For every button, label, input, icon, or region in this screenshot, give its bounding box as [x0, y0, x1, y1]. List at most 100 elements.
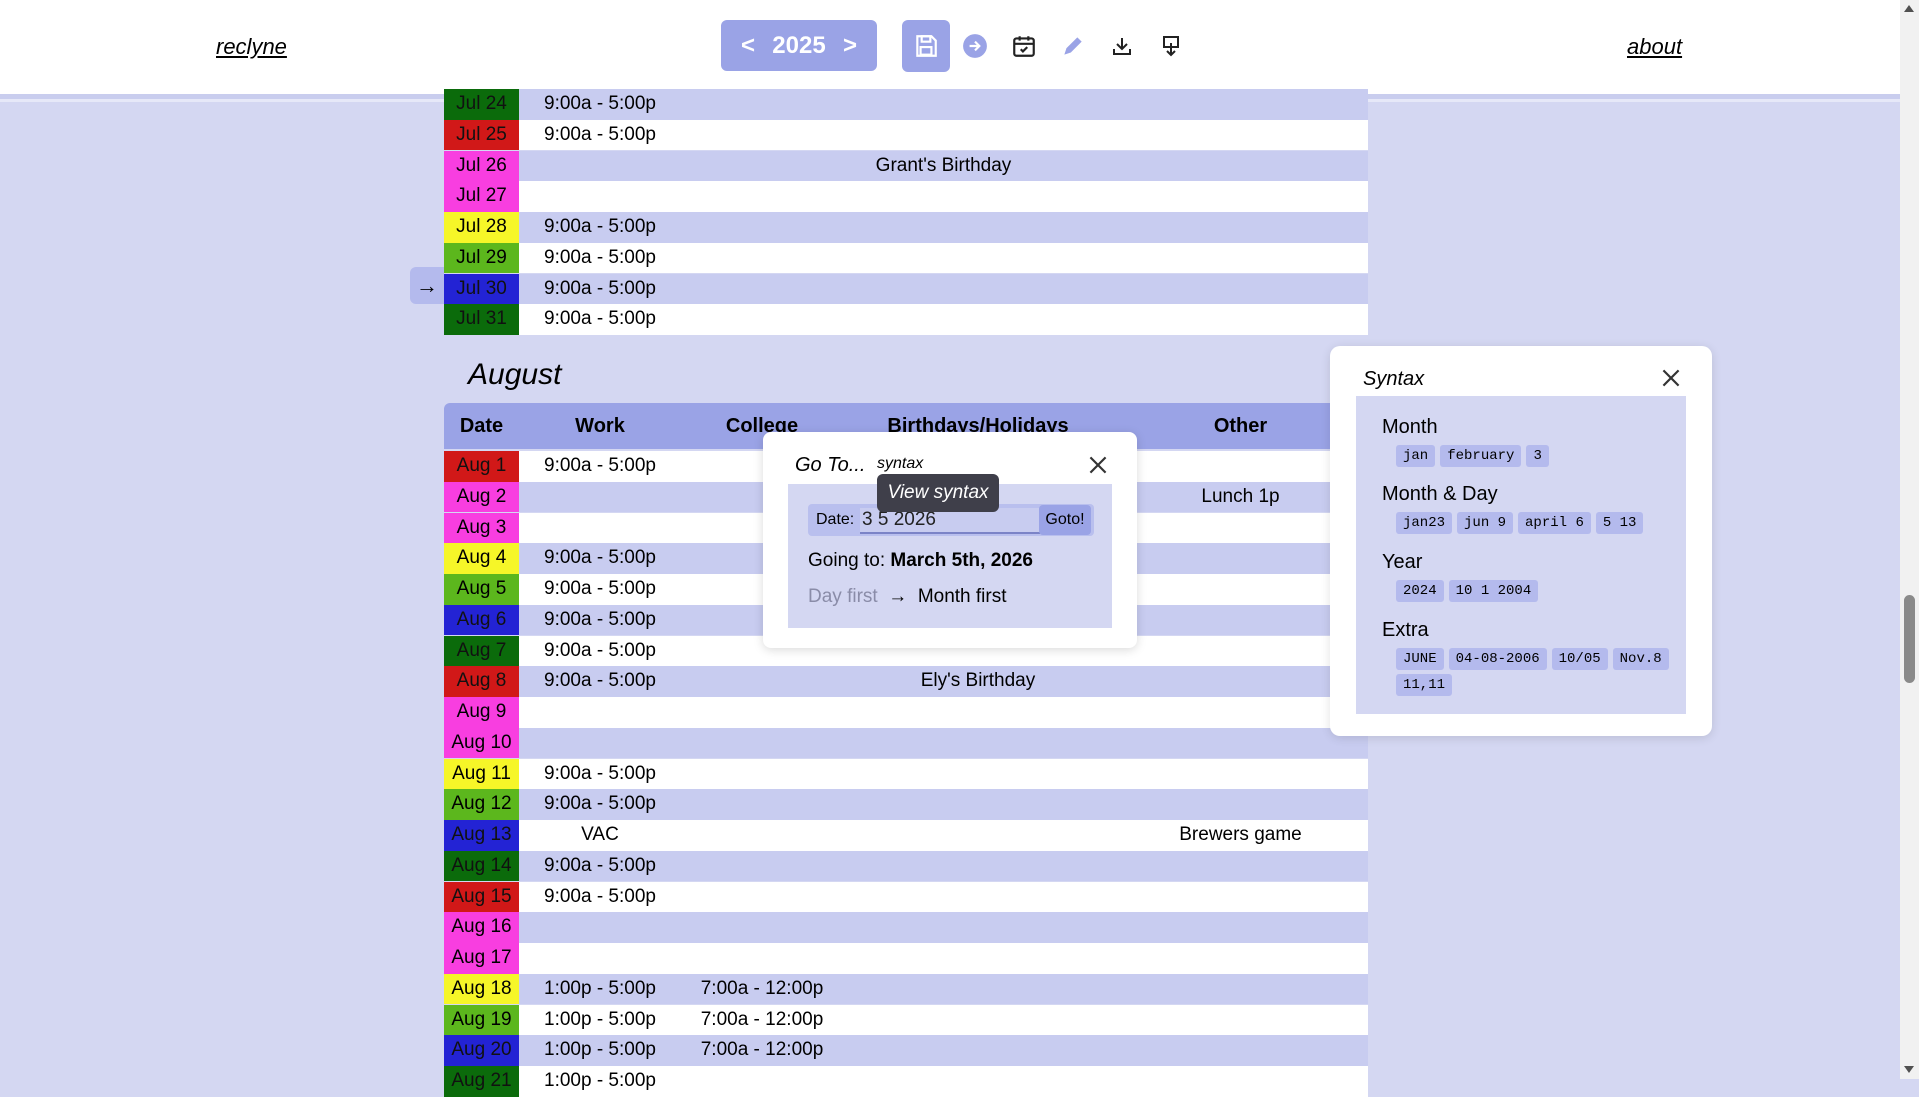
other-cell[interactable] — [1113, 89, 1368, 120]
other-cell[interactable] — [1113, 1035, 1368, 1066]
scroll-thumb[interactable] — [1904, 595, 1915, 683]
college-cell[interactable] — [681, 759, 843, 790]
birthday-cell[interactable] — [843, 120, 1113, 151]
work-cell[interactable]: 1:00p - 5:00p — [519, 1035, 681, 1066]
other-cell[interactable] — [1113, 1066, 1368, 1097]
work-cell[interactable] — [519, 943, 681, 974]
birthday-cell[interactable] — [843, 943, 1113, 974]
birthday-cell[interactable] — [843, 304, 1113, 335]
college-cell[interactable] — [681, 666, 843, 697]
birthday-cell[interactable] — [843, 789, 1113, 820]
work-cell[interactable]: 9:00a - 5:00p — [519, 304, 681, 335]
college-cell[interactable]: 7:00a - 12:00p — [681, 1005, 843, 1036]
syntax-link[interactable]: syntax — [877, 455, 923, 473]
birthday-cell[interactable] — [843, 759, 1113, 790]
table-row[interactable]: Aug 8 9:00a - 5:00p Ely's Birthday — [444, 666, 1368, 697]
table-row[interactable]: Aug 14 9:00a - 5:00p — [444, 850, 1368, 882]
day-first-option[interactable]: Day first — [808, 586, 878, 607]
table-row[interactable]: Jul 25 9:00a - 5:00p — [444, 119, 1368, 151]
other-cell[interactable] — [1113, 274, 1368, 305]
college-cell[interactable] — [681, 212, 843, 243]
table-row[interactable]: Jul 24 9:00a - 5:00p — [444, 89, 1368, 120]
other-cell[interactable] — [1113, 943, 1368, 974]
other-cell[interactable] — [1113, 851, 1368, 882]
other-cell[interactable] — [1113, 789, 1368, 820]
download-button[interactable] — [1098, 20, 1146, 72]
scroll-up-icon[interactable] — [1904, 5, 1914, 12]
table-row[interactable]: Jul 27 — [444, 181, 1368, 212]
other-cell[interactable] — [1113, 1005, 1368, 1036]
work-cell[interactable]: 9:00a - 5:00p — [519, 574, 681, 605]
other-cell[interactable] — [1113, 912, 1368, 943]
work-cell[interactable]: 9:00a - 5:00p — [519, 789, 681, 820]
college-cell[interactable] — [681, 851, 843, 882]
other-cell[interactable] — [1113, 243, 1368, 274]
table-row[interactable]: Aug 13 VAC Brewers game — [444, 820, 1368, 851]
birthday-cell[interactable] — [843, 243, 1113, 274]
college-cell[interactable] — [681, 728, 843, 759]
college-cell[interactable] — [681, 120, 843, 151]
college-cell[interactable] — [681, 912, 843, 943]
college-cell[interactable] — [681, 243, 843, 274]
table-row[interactable]: Aug 19 1:00p - 5:00p 7:00a - 12:00p — [444, 1004, 1368, 1036]
table-row[interactable]: Jul 30 9:00a - 5:00p — [444, 273, 1368, 305]
other-cell[interactable]: Brewers game — [1113, 820, 1368, 851]
birthday-cell[interactable] — [843, 882, 1113, 913]
close-icon[interactable] — [1658, 365, 1684, 391]
birthday-cell[interactable] — [843, 974, 1113, 1005]
birthday-cell[interactable] — [843, 274, 1113, 305]
about-link[interactable]: about — [1627, 34, 1682, 60]
work-cell[interactable]: VAC — [519, 820, 681, 851]
work-cell[interactable] — [519, 912, 681, 943]
birthday-cell[interactable] — [843, 728, 1113, 759]
work-cell[interactable]: 9:00a - 5:00p — [519, 759, 681, 790]
work-cell[interactable]: 1:00p - 5:00p — [519, 1005, 681, 1036]
work-cell[interactable]: 9:00a - 5:00p — [519, 666, 681, 697]
table-row[interactable]: Aug 16 — [444, 912, 1368, 943]
college-cell[interactable] — [681, 89, 843, 120]
work-cell[interactable] — [519, 482, 681, 513]
brand-link[interactable]: reclyne — [216, 34, 287, 60]
birthday-cell[interactable] — [843, 89, 1113, 120]
birthday-cell[interactable] — [843, 181, 1113, 212]
table-row[interactable]: Jul 28 9:00a - 5:00p — [444, 212, 1368, 243]
table-row[interactable]: Aug 21 1:00p - 5:00p — [444, 1066, 1368, 1097]
work-cell[interactable]: 9:00a - 5:00p — [519, 120, 681, 151]
college-cell[interactable] — [681, 697, 843, 728]
birthday-cell[interactable] — [843, 912, 1113, 943]
work-cell[interactable]: 9:00a - 5:00p — [519, 636, 681, 667]
college-cell[interactable]: 7:00a - 12:00p — [681, 974, 843, 1005]
other-cell[interactable] — [1113, 759, 1368, 790]
table-row[interactable]: Aug 20 1:00p - 5:00p 7:00a - 12:00p — [444, 1035, 1368, 1066]
date-order-toggle[interactable]: Day first → Month first — [808, 586, 1007, 608]
work-cell[interactable]: 9:00a - 5:00p — [519, 543, 681, 574]
export-button[interactable] — [1147, 20, 1195, 72]
table-row[interactable]: Jul 29 9:00a - 5:00p — [444, 242, 1368, 274]
table-row[interactable]: Aug 15 9:00a - 5:00p — [444, 881, 1368, 913]
work-cell[interactable]: 9:00a - 5:00p — [519, 451, 681, 482]
table-row[interactable]: Aug 11 9:00a - 5:00p — [444, 758, 1368, 790]
college-cell[interactable] — [681, 943, 843, 974]
work-cell[interactable] — [519, 697, 681, 728]
work-cell[interactable]: 9:00a - 5:00p — [519, 212, 681, 243]
birthday-cell[interactable] — [843, 1005, 1113, 1036]
birthday-cell[interactable] — [843, 1066, 1113, 1097]
scroll-down-icon[interactable] — [1904, 1066, 1914, 1073]
work-cell[interactable]: 9:00a - 5:00p — [519, 882, 681, 913]
table-row[interactable]: Aug 9 — [444, 697, 1368, 728]
college-cell[interactable] — [681, 1066, 843, 1097]
table-row[interactable]: Aug 17 — [444, 943, 1368, 974]
other-cell[interactable] — [1113, 304, 1368, 335]
table-row[interactable]: Aug 10 — [444, 727, 1368, 759]
goto-submit-button[interactable]: Goto! — [1039, 505, 1091, 535]
college-cell[interactable] — [681, 274, 843, 305]
table-row[interactable]: Jul 26 Grant's Birthday — [444, 150, 1368, 181]
work-cell[interactable]: 1:00p - 5:00p — [519, 974, 681, 1005]
prev-year-button[interactable]: < — [741, 32, 755, 60]
scrollbar[interactable] — [1900, 0, 1919, 1079]
other-cell[interactable] — [1113, 120, 1368, 151]
other-cell[interactable] — [1113, 181, 1368, 212]
table-row[interactable]: Aug 12 9:00a - 5:00p — [444, 789, 1368, 820]
birthday-cell[interactable]: Ely's Birthday — [843, 666, 1113, 697]
college-cell[interactable] — [681, 304, 843, 335]
